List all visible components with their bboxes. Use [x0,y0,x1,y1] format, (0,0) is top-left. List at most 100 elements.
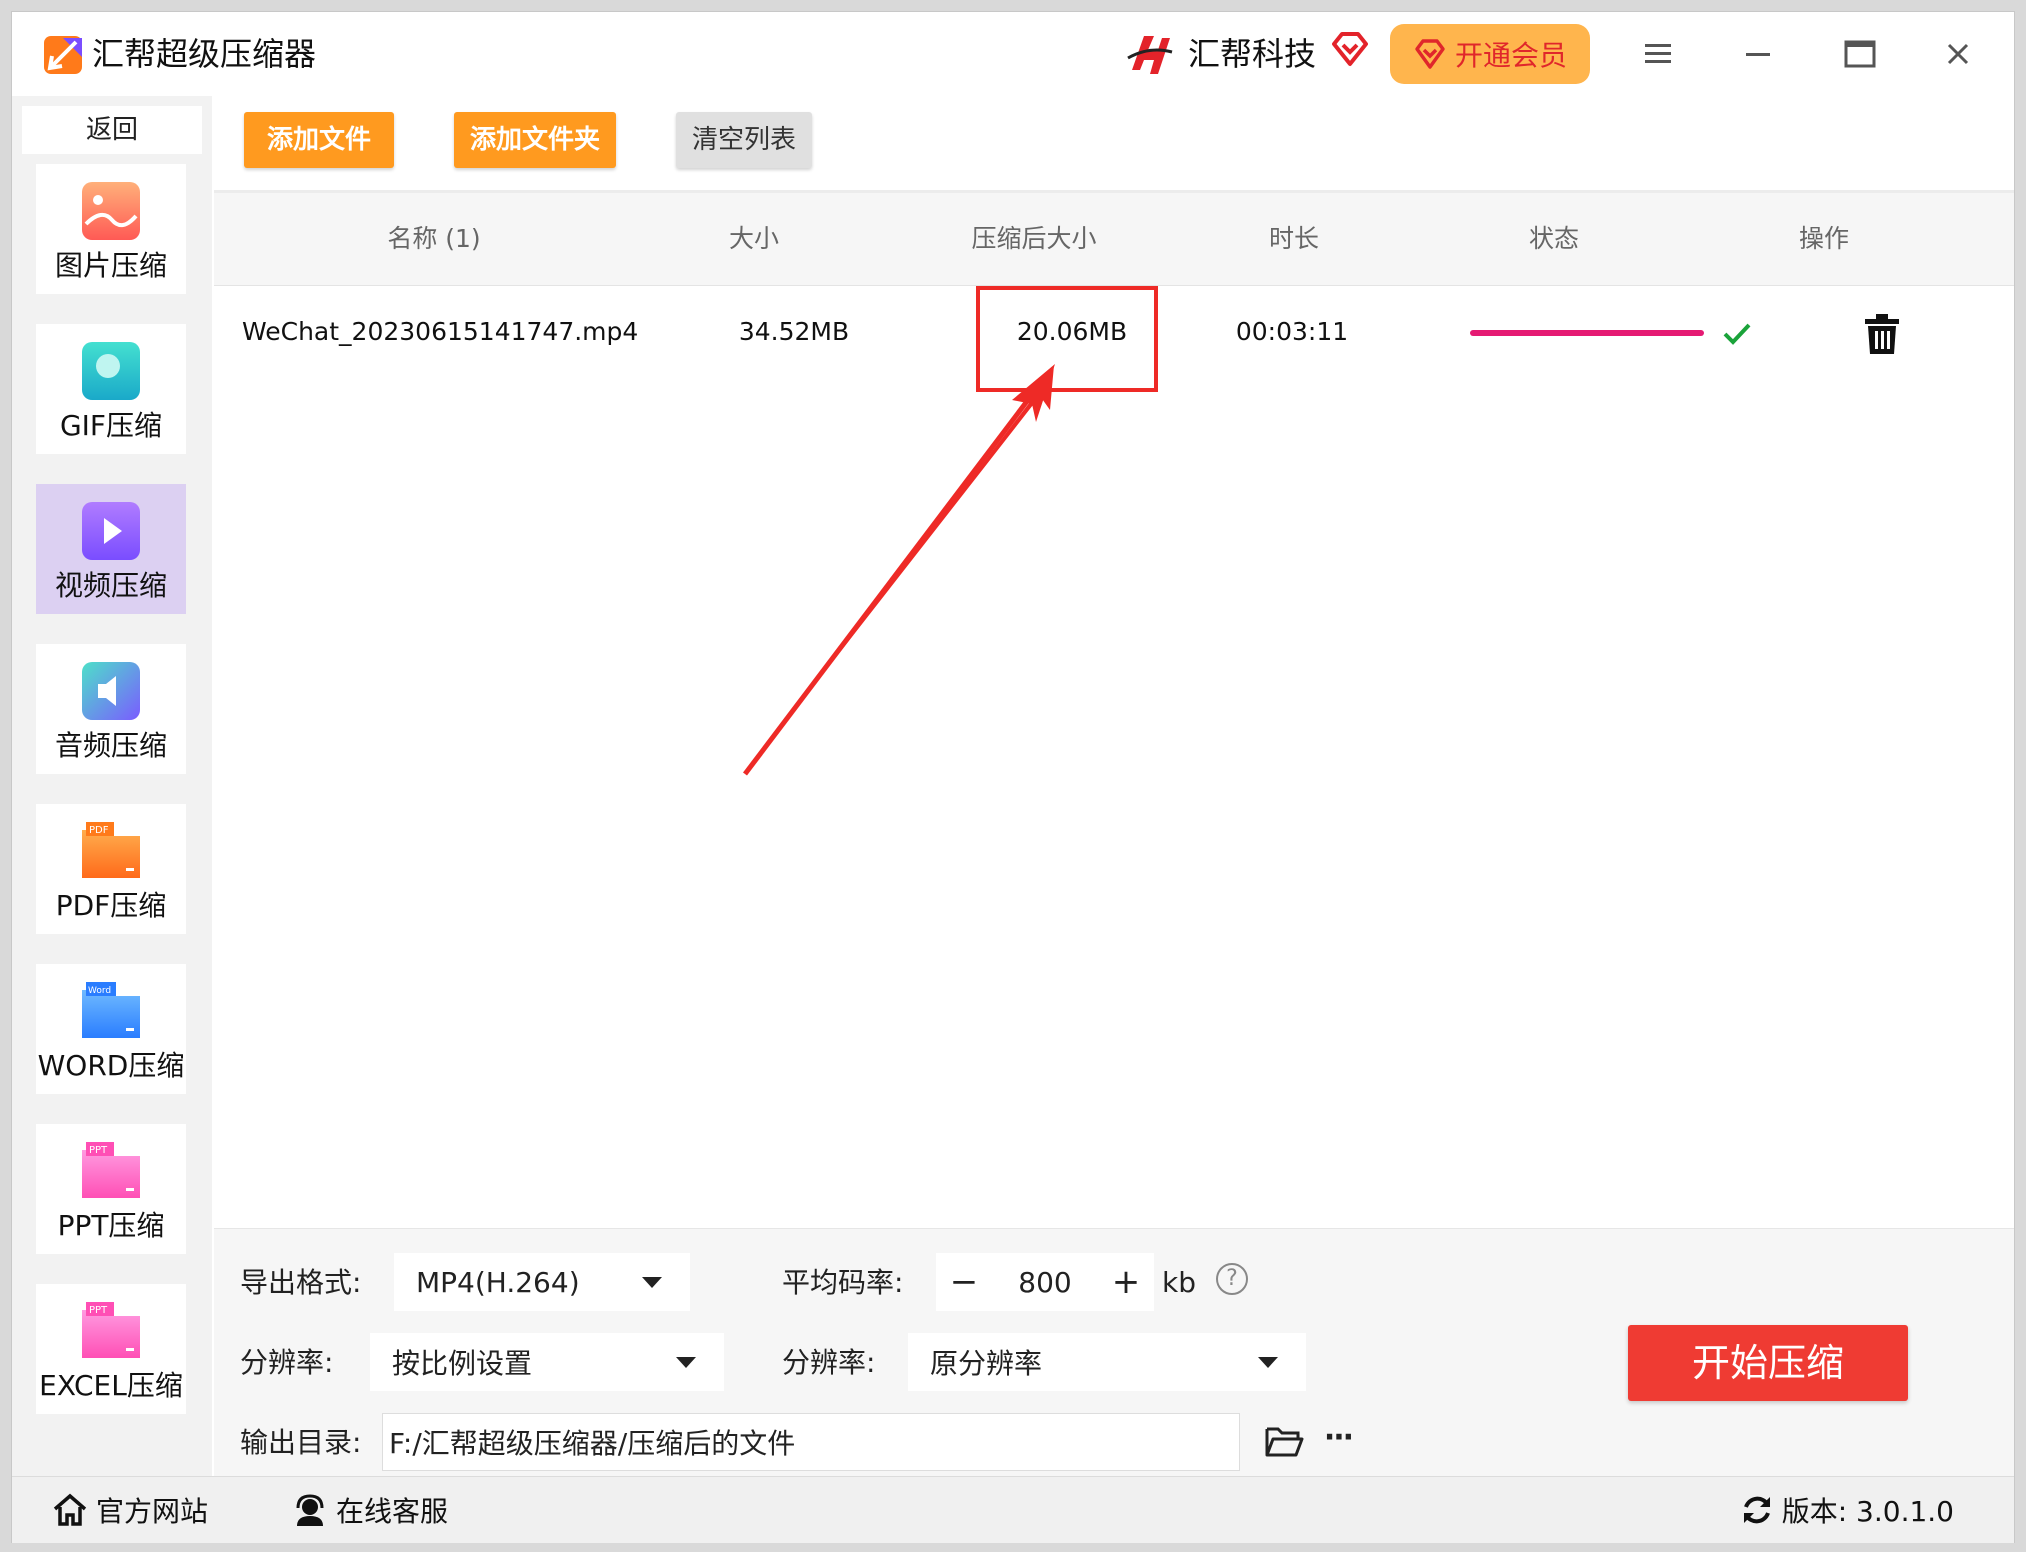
brand-name: 汇帮科技 [1188,35,1317,73]
output-dir-label: 输出目录: [240,1426,362,1459]
app-window: 汇帮超级压缩器 汇帮科技 开通会员 返回 图片压缩 GIF压缩 视频压缩 音频压… [12,12,2014,1543]
vip-button[interactable]: 开通会员 [1390,24,1590,84]
sidebar-item-ppt[interactable]: PPT PPT压缩 [36,1124,186,1254]
clear-list-button[interactable]: 清空列表 [676,112,812,168]
add-file-button[interactable]: 添加文件 [244,112,394,168]
brand-logo-icon [1127,36,1173,74]
sidebar-item-label: EXCEL压缩 [39,1369,183,1402]
video-icon [82,502,140,560]
column-header-compressed-size: 压缩后大小 [971,224,1097,253]
svg-text:PPT: PPT [89,1145,108,1156]
title-bar: 汇帮超级压缩器 汇帮科技 开通会员 [12,12,2014,96]
sidebar-item-label: 视频压缩 [54,569,167,602]
chevron-down-icon [676,1356,696,1368]
gif-icon [82,342,140,400]
column-header-name[interactable]: 名称 (1) [284,193,584,285]
chevron-down-icon [642,1276,662,1288]
svg-text:PPT: PPT [89,1305,108,1316]
decrement-button[interactable]: − [936,1253,992,1311]
resolution2-label: 分辨率: [782,1346,876,1379]
svg-text:Word: Word [88,986,111,996]
resolution-label: 分辨率: [240,1346,334,1379]
more-options-button[interactable]: ··· [1318,1423,1358,1461]
export-format-value: MP4(H.264) [416,1265,580,1299]
export-format-select[interactable]: MP4(H.264) [394,1253,690,1311]
resolution-mode-value: 按比例设置 [392,1347,533,1380]
app-title: 汇帮超级压缩器 [92,35,317,73]
resolution-value: 原分辨率 [930,1347,1043,1380]
app-logo-icon [44,36,82,74]
minimize-button[interactable] [1736,32,1780,76]
image-icon [82,182,140,240]
home-icon [53,1493,87,1526]
sidebar-item-label: WORD压缩 [37,1049,185,1082]
column-header-duration: 时长 [1268,224,1319,253]
online-support-link[interactable]: 在线客服 [292,1489,448,1531]
maximize-button[interactable] [1838,32,1882,76]
trash-icon[interactable] [1862,312,1902,356]
vip-label: 开通会员 [1454,39,1567,72]
bitrate-stepper: − + [936,1253,1154,1311]
settings-panel: 导出格式: MP4(H.264) 平均码率: − + kb ? 分辨率: 按比例… [214,1228,2014,1477]
highlight-box [976,286,1158,392]
headset-icon [296,1494,324,1526]
resolution-select[interactable]: 原分辨率 [908,1333,1306,1391]
sidebar: 返回 图片压缩 GIF压缩 视频压缩 音频压缩 PDF PDF压缩 Word W… [12,96,212,1476]
check-icon [1723,323,1751,345]
sidebar-item-pdf[interactable]: PDF PDF压缩 [36,804,186,934]
official-website-label: 官方网站 [96,1495,209,1528]
resolution-mode-select[interactable]: 按比例设置 [370,1333,724,1391]
minimize-icon [1746,53,1770,56]
avg-bitrate-label: 平均码率: [782,1266,904,1299]
file-name: WeChat_20230615141747.mp4 [242,317,639,346]
vip-diamond-icon [1415,39,1445,69]
sidebar-item-label: 音频压缩 [54,729,167,762]
heart-diamond-icon [1332,32,1368,66]
online-support-label: 在线客服 [336,1495,449,1528]
column-header-size: 大小 [728,224,779,253]
close-button[interactable] [1936,32,1980,76]
sidebar-item-label: PDF压缩 [55,889,167,922]
hamburger-menu-icon [1645,44,1671,63]
word-icon: Word [82,982,140,1038]
start-compress-button[interactable]: 开始压缩 [1628,1325,1908,1401]
help-icon[interactable]: ? [1216,1263,1248,1295]
progress-bar [1470,330,1704,336]
audio-icon [82,662,140,720]
sidebar-item-video[interactable]: 视频压缩 [36,484,186,614]
close-icon [1947,43,1969,65]
output-dir-input[interactable] [382,1413,1240,1471]
svg-text:PDF: PDF [89,825,109,836]
excel-icon: PPT [82,1302,140,1358]
bitrate-input[interactable] [992,1264,1098,1300]
version-info: 版本: 3.0.1.0 [1740,1489,1954,1531]
refresh-icon [1743,1496,1770,1524]
sidebar-item-label: 图片压缩 [54,249,167,282]
folder-open-icon[interactable] [1264,1423,1304,1461]
export-format-label: 导出格式: [240,1266,362,1299]
file-size: 34.52MB [738,317,850,346]
table-header: 名称 (1) 大小 压缩后大小 时长 状态 操作 [214,193,2014,286]
add-folder-button[interactable]: 添加文件夹 [454,112,616,168]
status-bar: 官方网站 在线客服 版本: 3.0.1.0 [12,1476,2014,1543]
back-button[interactable]: 返回 [22,106,202,154]
sidebar-item-word[interactable]: Word WORD压缩 [36,964,186,1094]
increment-button[interactable]: + [1098,1253,1154,1311]
sidebar-item-label: GIF压缩 [59,409,163,442]
column-header-actions: 操作 [1798,224,1849,253]
menu-button[interactable] [1636,32,1680,76]
sidebar-item-image[interactable]: 图片压缩 [36,164,186,294]
pdf-icon: PDF [82,822,140,878]
maximize-icon [1844,40,1876,68]
sidebar-item-gif[interactable]: GIF压缩 [36,324,186,454]
sidebar-item-label: PPT压缩 [57,1209,165,1242]
sidebar-item-excel[interactable]: PPT EXCEL压缩 [36,1284,186,1414]
ppt-icon: PPT [82,1142,140,1198]
chevron-down-icon [1258,1356,1278,1368]
bitrate-unit: kb [1162,1266,1196,1299]
column-header-status: 状态 [1528,224,1579,253]
official-website-link[interactable]: 官方网站 [52,1489,208,1531]
duration: 00:03:11 [1235,317,1349,346]
sidebar-item-audio[interactable]: 音频压缩 [36,644,186,774]
version-label: 版本: 3.0.1.0 [1781,1495,1954,1528]
